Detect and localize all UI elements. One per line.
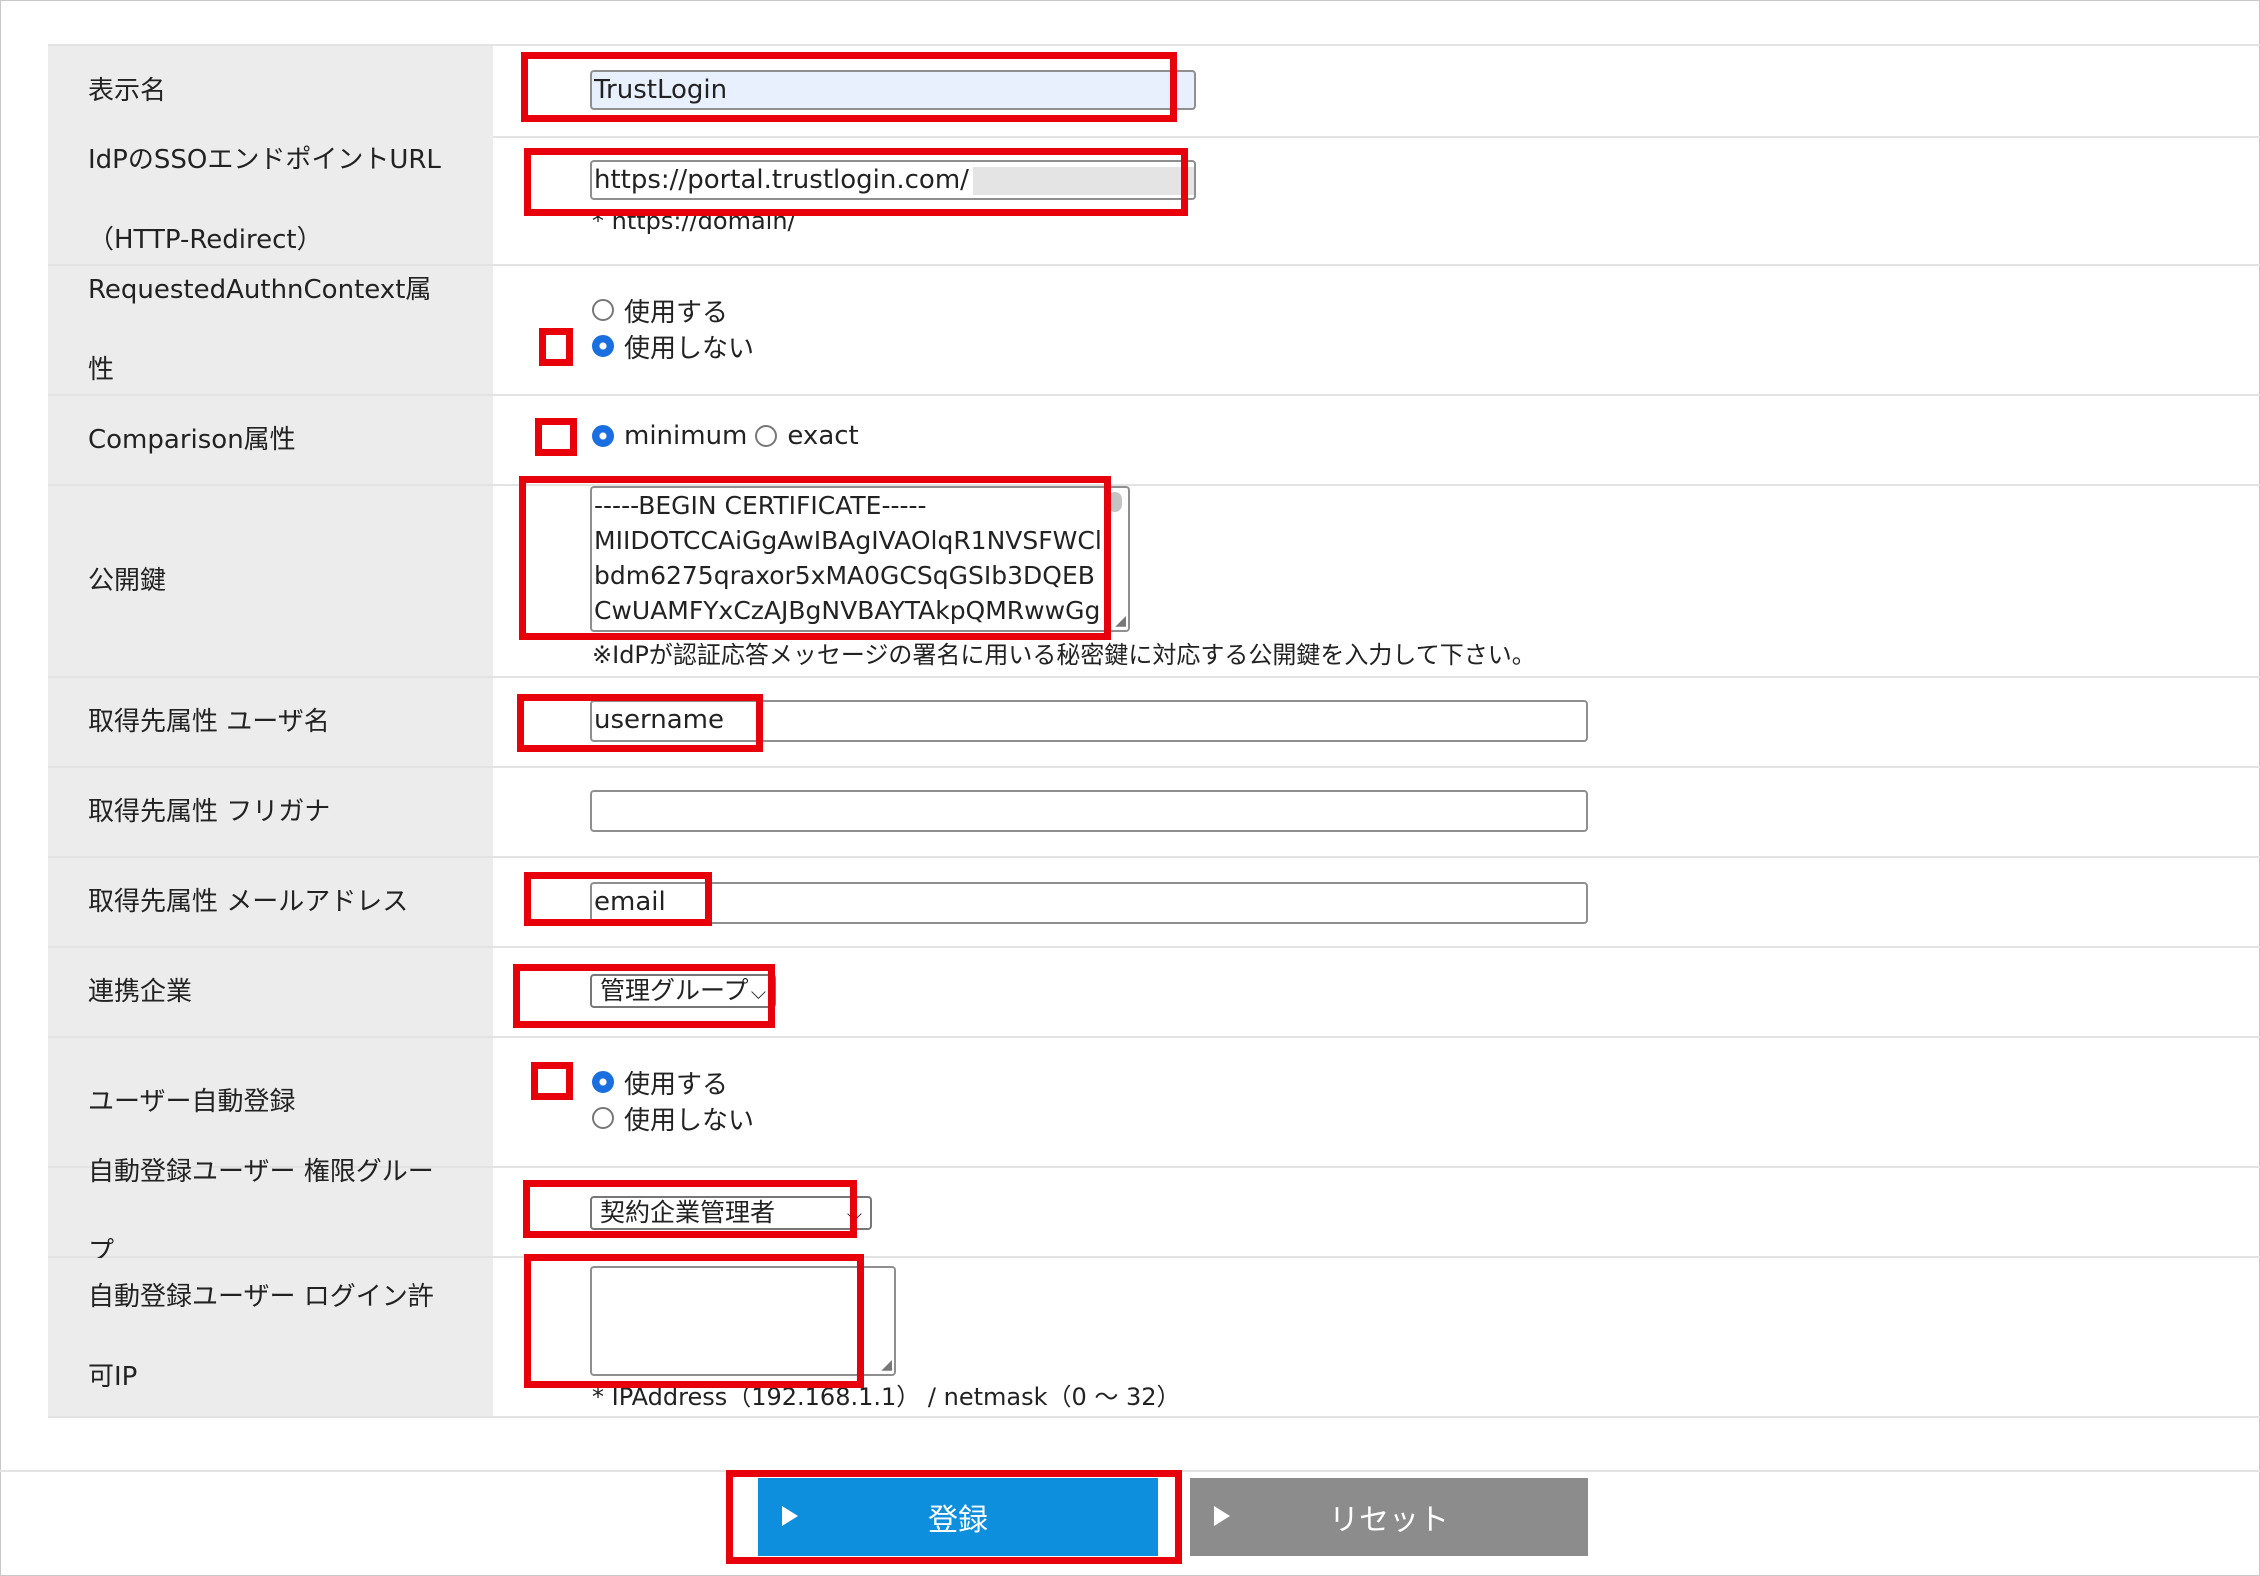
authn-use-radio[interactable] bbox=[592, 299, 614, 321]
attr-username-input[interactable]: username bbox=[590, 700, 1588, 742]
row-auto-register: ユーザー自動登録 使用する 使用しない bbox=[48, 1038, 2260, 1168]
field-label: ユーザー自動登録 bbox=[48, 1038, 493, 1166]
auto-register-use-label[interactable]: 使用する bbox=[624, 1064, 728, 1101]
row-attr-email: 取得先属性 メールアドレス email bbox=[48, 858, 2260, 948]
play-icon bbox=[782, 1506, 798, 1526]
field-label: 公開鍵 bbox=[48, 486, 493, 676]
reset-button[interactable]: リセット bbox=[1190, 1478, 1588, 1556]
field-label: RequestedAuthnContext属性 bbox=[48, 266, 493, 394]
authn-nouse-radio[interactable] bbox=[592, 335, 614, 357]
row-attr-username: 取得先属性 ユーザ名 username bbox=[48, 678, 2260, 768]
row-sso-url: IdPのSSOエンドポイントURL （HTTP-Redirect） https:/… bbox=[48, 136, 2260, 266]
chevron-down-icon: ⌵ bbox=[846, 1202, 862, 1226]
sso-url-hint: * https://domain/ bbox=[592, 207, 796, 235]
display-name-input[interactable]: TrustLogin bbox=[590, 70, 1196, 110]
public-key-textarea[interactable]: -----BEGIN CERTIFICATE----- MIIDOTCCAiGg… bbox=[590, 486, 1130, 632]
chevron-down-icon: ⌵ bbox=[750, 980, 766, 1004]
field-label: 取得先属性 ユーザ名 bbox=[48, 678, 493, 766]
key-line: MIIDOTCCAiGgAwIBAgIVAOlqR1NVSFWCl bbox=[594, 526, 1102, 555]
auto-register-use-radio[interactable] bbox=[592, 1071, 614, 1093]
field-label: 取得先属性 メールアドレス bbox=[48, 858, 493, 946]
key-line: bdm6275qraxor5xMA0GCSqGSIb3DQEB bbox=[594, 561, 1095, 590]
field-label: 連携企業 bbox=[48, 948, 493, 1036]
attr-email-input[interactable]: email bbox=[590, 882, 1588, 924]
scrollbar-thumb[interactable] bbox=[1108, 492, 1122, 512]
row-company: 連携企業 管理グループ ⌵ bbox=[48, 948, 2260, 1038]
company-select[interactable]: 管理グループ ⌵ bbox=[590, 974, 776, 1008]
row-authn-context: RequestedAuthnContext属性 使用する 使用しない bbox=[48, 266, 2260, 396]
row-comparison: Comparison属性 minimum exact bbox=[48, 396, 2260, 486]
key-line: CwUAMFYxCzAJBgNVBAYTAkpQMRwwGg bbox=[594, 596, 1101, 625]
field-label: 表示名 bbox=[48, 46, 493, 136]
sso-url-input[interactable]: https://portal.trustlogin.com/ bbox=[590, 160, 1196, 200]
comparison-exact-radio[interactable] bbox=[755, 425, 778, 447]
resize-handle-icon[interactable]: ◢ bbox=[1115, 614, 1126, 628]
footer-divider bbox=[0, 1470, 2260, 1472]
auto-register-nouse-radio[interactable] bbox=[592, 1107, 614, 1129]
play-icon bbox=[1214, 1506, 1230, 1526]
field-label: 取得先属性 フリガナ bbox=[48, 768, 493, 856]
auto-register-nouse-label[interactable]: 使用しない bbox=[624, 1100, 754, 1137]
row-attr-furigana: 取得先属性 フリガナ bbox=[48, 768, 2260, 858]
row-auto-group: 自動登録ユーザー 権限グループ 契約企業管理者 ⌵ bbox=[48, 1157, 2260, 1267]
auto-ip-hint: * IPAddress（192.168.1.1） / netmask（0 ～ 3… bbox=[592, 1383, 1181, 1411]
resize-handle-icon[interactable]: ◢ bbox=[881, 1358, 892, 1372]
row-display-name: 表示名 TrustLogin bbox=[48, 44, 2260, 138]
auto-group-select[interactable]: 契約企業管理者 ⌵ bbox=[590, 1196, 872, 1230]
public-key-note: ※IdPが認証応答メッセージの署名に用いる秘密鍵に対応する公開鍵を入力して下さい… bbox=[592, 641, 1536, 669]
submit-button[interactable]: 登録 bbox=[758, 1478, 1158, 1556]
field-label: 自動登録ユーザー ログイン許 可IP bbox=[48, 1258, 493, 1416]
authn-use-label[interactable]: 使用する bbox=[624, 292, 728, 329]
comparison-minimum-label[interactable]: minimum bbox=[624, 421, 747, 451]
authn-nouse-label[interactable]: 使用しない bbox=[624, 328, 754, 365]
redacted-url-part bbox=[972, 166, 1194, 195]
comparison-exact-label[interactable]: exact bbox=[787, 421, 858, 451]
field-label: 自動登録ユーザー 権限グループ bbox=[48, 1157, 493, 1267]
key-line: -----BEGIN CERTIFICATE----- bbox=[594, 491, 927, 520]
attr-furigana-input[interactable] bbox=[590, 790, 1588, 832]
row-public-key: 公開鍵 -----BEGIN CERTIFICATE----- MIIDOTCC… bbox=[48, 486, 2260, 678]
comparison-minimum-radio[interactable] bbox=[592, 425, 614, 447]
field-label: IdPのSSOエンドポイントURL （HTTP-Redirect） bbox=[48, 136, 493, 264]
field-label: Comparison属性 bbox=[48, 396, 493, 484]
row-auto-ip: 自動登録ユーザー ログイン許 可IP ◢ * IPAddress（192.168.… bbox=[48, 1258, 2260, 1418]
auto-ip-textarea[interactable]: ◢ bbox=[590, 1266, 896, 1376]
